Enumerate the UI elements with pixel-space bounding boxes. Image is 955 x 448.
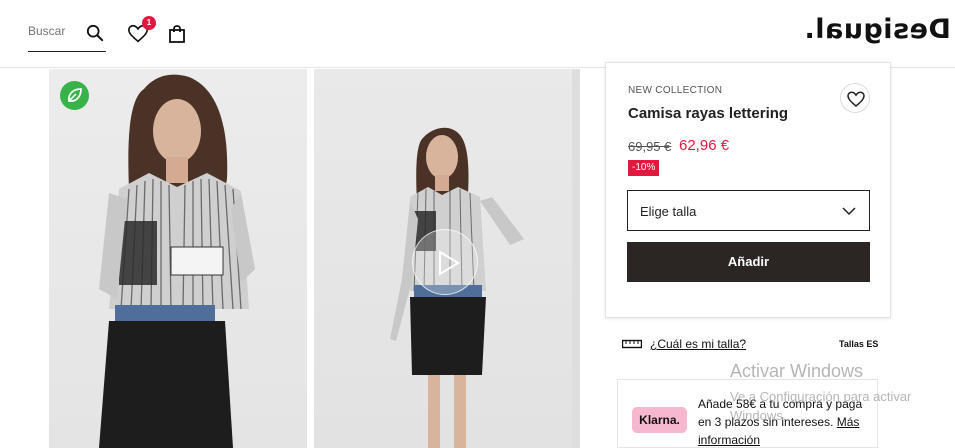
add-to-wishlist-button[interactable]: [840, 83, 870, 113]
shopping-bag-icon[interactable]: [167, 24, 187, 44]
windows-activation-subtitle: Ve a Configuración para activar Windows.: [730, 389, 912, 423]
next-photo-edge[interactable]: [572, 69, 580, 448]
collection-label: NEW COLLECTION: [628, 85, 723, 96]
play-video-button[interactable]: [412, 229, 478, 295]
product-photo-1[interactable]: [49, 69, 307, 448]
size-select-dropdown[interactable]: Elige talla: [627, 190, 870, 231]
ruler-icon: [622, 339, 642, 349]
add-to-cart-button[interactable]: Añadir: [627, 242, 870, 282]
original-price: 69,95 €: [628, 139, 672, 154]
sale-price: 62,96 €: [679, 137, 730, 154]
search-box[interactable]: [28, 18, 106, 52]
model-illustration-1: [99, 74, 255, 448]
wishlist-count-badge: 1: [142, 16, 156, 30]
windows-activation-title: Activar Windows: [730, 361, 864, 381]
search-input[interactable]: [28, 24, 78, 38]
brand-logo[interactable]: Desigual.: [804, 14, 951, 45]
product-info-panel: NEW COLLECTION Camisa rayas lettering 69…: [605, 62, 891, 318]
play-icon: [439, 250, 460, 276]
size-select-label: Elige talla: [640, 204, 697, 219]
site-header: 1 Desigual.: [0, 0, 955, 68]
heart-icon: [847, 91, 865, 107]
klarna-logo: Klarna.: [632, 407, 687, 433]
product-title: Camisa rayas lettering: [628, 105, 789, 122]
chevron-down-icon: [842, 207, 856, 216]
leaf-icon: [60, 81, 89, 110]
size-region-label: Tallas ES: [839, 339, 879, 349]
discount-badge: -10%: [628, 160, 660, 176]
size-guide-link[interactable]: ¿Cuál es mi talla?: [650, 337, 746, 351]
search-icon[interactable]: [86, 24, 104, 42]
